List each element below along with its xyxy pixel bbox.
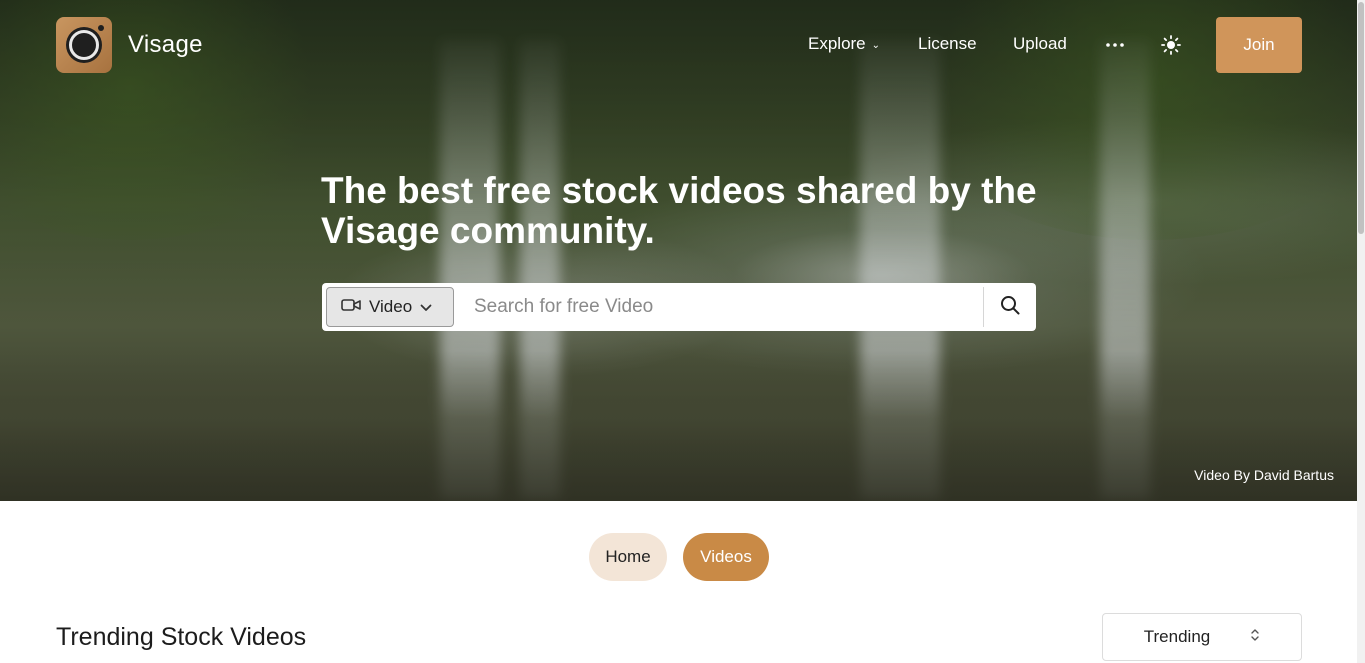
brand-logo[interactable]: [56, 17, 112, 73]
tab-videos[interactable]: Videos: [683, 533, 769, 581]
hero-headline: The best free stock videos shared by the…: [321, 170, 1037, 251]
nav-upload[interactable]: Upload: [1013, 34, 1067, 54]
sort-select[interactable]: Trending: [1102, 613, 1302, 661]
search-icon: [1000, 295, 1020, 320]
search-input[interactable]: [472, 292, 972, 322]
nav-explore[interactable]: Explore ⌄: [808, 34, 880, 54]
join-button[interactable]: Join: [1216, 17, 1302, 73]
nav-license[interactable]: License: [918, 34, 977, 54]
search-bar: Video: [322, 283, 1036, 331]
video-camera-icon: [341, 297, 361, 318]
sun-icon[interactable]: [1156, 30, 1186, 60]
nav-explore-label: Explore: [808, 34, 866, 53]
camera-flash-icon: [98, 25, 104, 31]
media-type-label: Video: [369, 297, 413, 316]
scrollbar-thumb[interactable]: [1358, 2, 1364, 234]
media-type-select[interactable]: Video: [326, 287, 454, 327]
video-credit[interactable]: Video By David Bartus: [1194, 467, 1334, 483]
search-divider: [983, 287, 984, 327]
camera-lens-icon: [69, 30, 99, 60]
brand-name[interactable]: Visage: [128, 31, 203, 59]
search-button[interactable]: [990, 287, 1030, 327]
section-title: Trending Stock Videos: [56, 623, 307, 651]
chevron-up-down-icon: [1250, 627, 1260, 647]
chevron-down-icon: [420, 297, 432, 317]
more-dots-icon[interactable]: [1100, 30, 1130, 60]
chevron-down-icon: ⌄: [871, 39, 881, 51]
sort-value: Trending: [1143, 627, 1211, 646]
page-scrollbar[interactable]: [1357, 0, 1365, 663]
tab-home[interactable]: Home: [589, 533, 667, 581]
